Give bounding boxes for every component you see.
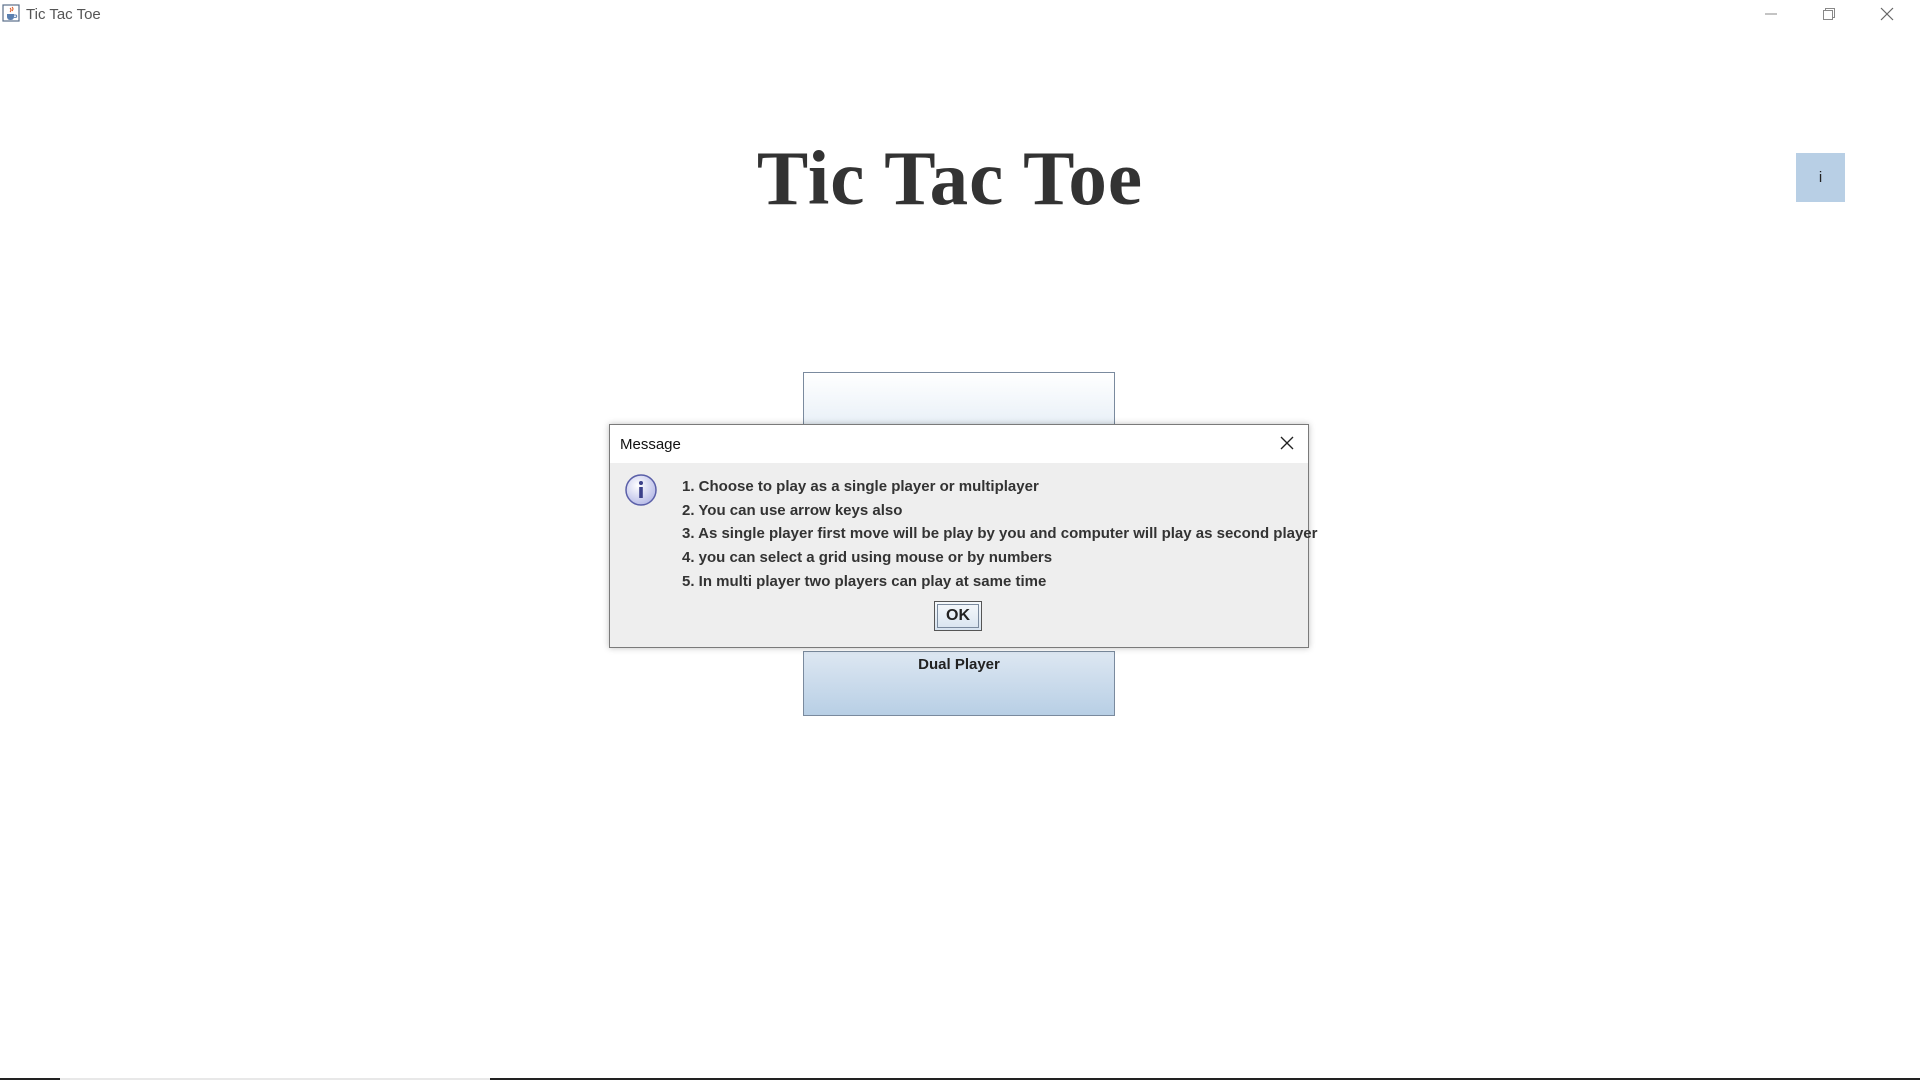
dialog-title: Message [620,436,681,453]
window-titlebar: Tic Tac Toe [0,0,1920,28]
game-title: Tic Tac Toe [756,135,1144,221]
instructions-list: 1. Choose to play as a single player or … [682,477,1318,595]
message-dialog: Message 1. Choose to play as a single pl… [609,424,1318,648]
restore-icon [1823,8,1835,20]
close-icon [1880,7,1894,21]
minimize-icon [1765,13,1777,15]
ok-button[interactable]: OK [934,601,982,631]
window-title: Tic Tac Toe [26,6,101,23]
instruction-item: 3. As single player first move will be p… [682,525,1318,543]
dual-player-label: Dual Player [918,656,1000,673]
close-icon [1280,436,1294,450]
dialog-titlebar: Message [610,425,1308,463]
info-icon [624,473,658,507]
java-cup-icon [2,4,20,22]
info-button[interactable]: i [1796,153,1845,202]
instruction-item: 4. you can select a grid using mouse or … [682,549,1053,567]
minimize-button[interactable] [1742,0,1800,28]
window-close-button[interactable] [1858,0,1916,28]
instruction-item: 5. In multi player two players can play … [682,572,1047,590]
instruction-item: 2. You can use arrow keys also [682,501,903,519]
dual-player-button[interactable]: Dual Player [803,651,1115,716]
instruction-item: 1. Choose to play as a single player or … [682,478,1039,495]
dialog-close-button[interactable] [1272,429,1302,457]
restore-button[interactable] [1800,0,1858,28]
